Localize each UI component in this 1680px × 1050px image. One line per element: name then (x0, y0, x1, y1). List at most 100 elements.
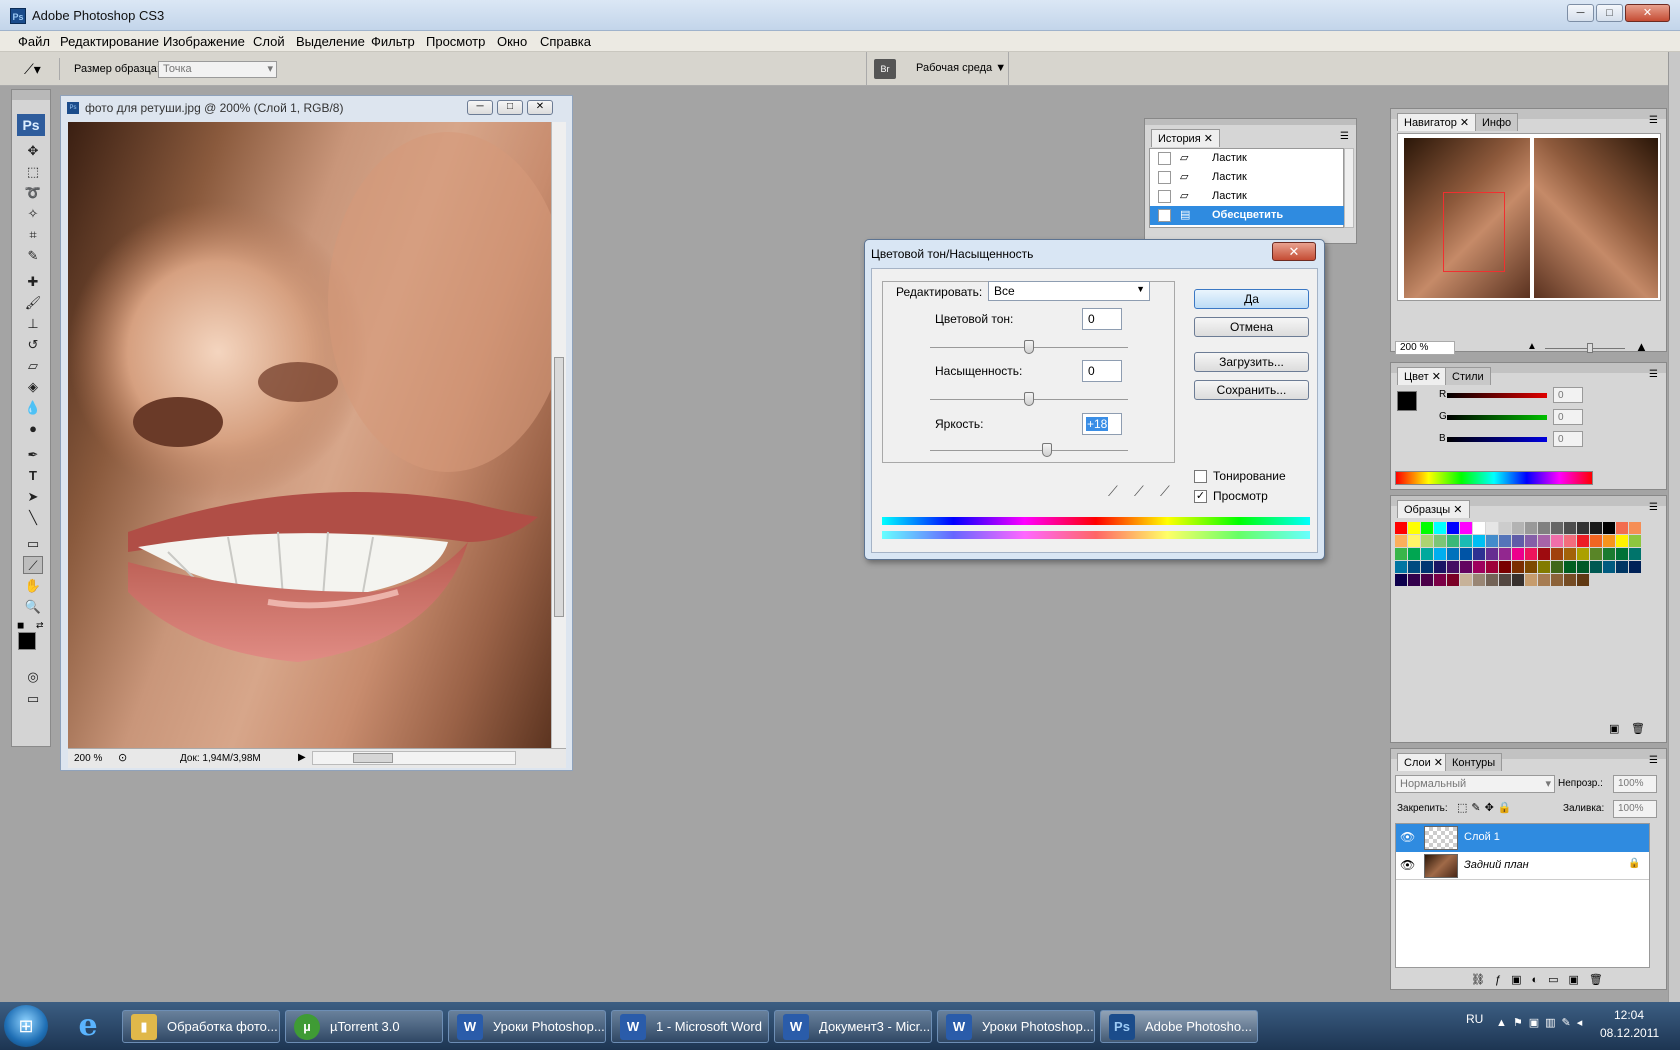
tab-styles[interactable]: Стили (1445, 367, 1491, 385)
color-swatch[interactable] (1499, 548, 1511, 560)
panel-menu-icon[interactable]: ☰ (1649, 755, 1658, 766)
channel-slider[interactable] (1447, 415, 1547, 420)
tab-info[interactable]: Инфо (1475, 113, 1519, 131)
color-swatch[interactable] (1434, 535, 1446, 547)
color-swatch[interactable] (1473, 522, 1485, 534)
color-swatch[interactable] (1486, 574, 1498, 586)
color-swatch[interactable] (1499, 561, 1511, 573)
history-item[interactable]: ▱ Ластик (1150, 149, 1345, 168)
lock-options-icons[interactable]: ⬚✎✥🔒 (1457, 801, 1516, 814)
color-swatch[interactable] (1447, 522, 1459, 534)
maximize-button[interactable]: □ (1596, 4, 1623, 22)
color-swatch[interactable] (1473, 574, 1485, 586)
color-swatch[interactable] (1629, 548, 1641, 560)
document-close-button[interactable]: ✕ (527, 100, 553, 115)
color-swatch[interactable] (1421, 574, 1433, 586)
color-swatch[interactable] (1447, 548, 1459, 560)
color-swatch[interactable] (1434, 522, 1446, 534)
panel-menu-icon[interactable]: ☰ (1649, 369, 1658, 380)
color-swatch[interactable] (1408, 548, 1420, 560)
color-swatch[interactable] (1603, 548, 1615, 560)
color-swatch[interactable] (1629, 561, 1641, 573)
document-maximize-button[interactable]: □ (497, 100, 523, 115)
color-swatch[interactable] (1512, 522, 1524, 534)
color-swatch[interactable] (1538, 522, 1550, 534)
vertical-scrollbar[interactable] (551, 122, 566, 748)
color-swatch[interactable] (1486, 561, 1498, 573)
fill-field[interactable]: 100% (1613, 800, 1657, 818)
color-swatch[interactable] (1421, 535, 1433, 547)
color-swatch[interactable] (1512, 535, 1524, 547)
history-source-checkbox[interactable] (1158, 152, 1171, 165)
color-swatch[interactable] (1460, 522, 1472, 534)
save-button[interactable]: Сохранить... (1194, 380, 1309, 400)
color-swatch[interactable] (1564, 561, 1576, 573)
type-tool-icon[interactable]: T (23, 467, 43, 485)
color-swatch[interactable] (1473, 561, 1485, 573)
horizontal-scroll-thumb[interactable] (353, 753, 393, 763)
color-swatch[interactable] (1512, 548, 1524, 560)
color-swatch[interactable] (1616, 535, 1628, 547)
history-item-selected[interactable]: ▤ Обесцветить (1150, 206, 1345, 225)
eraser-tool-icon[interactable]: ▱ (23, 357, 43, 375)
new-swatch-icon[interactable]: ▣ (1609, 722, 1619, 735)
hue-slider-thumb[interactable] (1024, 340, 1034, 354)
tab-navigator[interactable]: Навигатор ✕ (1397, 113, 1477, 131)
healing-brush-tool-icon[interactable]: ✚ (23, 273, 43, 291)
vertical-scroll-thumb[interactable] (554, 357, 564, 617)
color-swatch[interactable] (1590, 522, 1602, 534)
photoshop-logo-tile[interactable]: Ps (17, 114, 45, 136)
opacity-field[interactable]: 100% (1613, 775, 1657, 793)
status-menu-icon[interactable]: ⊙ (118, 751, 127, 764)
saturation-field[interactable]: 0 (1082, 360, 1122, 382)
menu-image[interactable]: Изображение (163, 34, 245, 49)
color-foreground-swatch[interactable] (1397, 391, 1417, 411)
color-swatch[interactable] (1525, 548, 1537, 560)
color-swatch[interactable] (1473, 548, 1485, 560)
taskbar-item[interactable]: W Уроки Photoshop... (937, 1010, 1095, 1043)
color-swatch[interactable] (1577, 535, 1589, 547)
color-swatch[interactable] (1395, 522, 1407, 534)
sample-size-select[interactable]: Точка ▾ (158, 61, 277, 78)
preview-checkbox[interactable]: ✓ (1194, 490, 1207, 503)
ok-button[interactable]: Да (1194, 289, 1309, 309)
color-swatch[interactable] (1616, 548, 1628, 560)
hand-tool-icon[interactable]: ✋ (23, 577, 43, 595)
layer-row-selected[interactable]: 👁 Слой 1 (1396, 824, 1649, 852)
color-swatch[interactable] (1629, 522, 1641, 534)
clone-stamp-tool-icon[interactable]: ⊥ (23, 315, 43, 333)
color-swatch[interactable] (1616, 561, 1628, 573)
color-swatch[interactable] (1590, 535, 1602, 547)
taskbar-item[interactable]: W Документ3 - Micr... (774, 1010, 932, 1043)
internet-explorer-icon[interactable]: e (66, 1008, 110, 1044)
panel-menu-icon[interactable]: ☰ (1649, 502, 1658, 513)
color-swatch[interactable] (1421, 561, 1433, 573)
color-swatch[interactable] (1577, 561, 1589, 573)
color-swatch[interactable] (1395, 548, 1407, 560)
eyedropper-tool-icon[interactable]: ⟋ (23, 556, 43, 574)
line-tool-icon[interactable]: ╲ (23, 509, 43, 527)
menu-edit[interactable]: Редактирование (60, 34, 159, 49)
color-swatch[interactable] (1447, 535, 1459, 547)
channel-slider[interactable] (1447, 393, 1547, 398)
menu-filter[interactable]: Фильтр (371, 34, 415, 49)
swap-colors-icon[interactable]: ⇄ (36, 620, 46, 630)
marquee-tool-icon[interactable]: ⬚ (23, 163, 43, 181)
lightness-slider-thumb[interactable] (1042, 443, 1052, 457)
path-selection-tool-icon[interactable]: ➤ (23, 488, 43, 506)
color-spectrum-ramp[interactable] (1395, 471, 1593, 485)
load-button[interactable]: Загрузить... (1194, 352, 1309, 372)
color-swatch[interactable] (1564, 574, 1576, 586)
history-item[interactable]: ▱ Ластик (1150, 187, 1345, 206)
edit-select[interactable]: Все ▼ (988, 281, 1150, 301)
document-minimize-button[interactable]: ─ (467, 100, 493, 115)
color-swatch[interactable] (1538, 535, 1550, 547)
color-swatch[interactable] (1486, 522, 1498, 534)
color-swatch[interactable] (1551, 561, 1563, 573)
channel-value-field[interactable]: 0 (1553, 387, 1583, 403)
dialog-close-button[interactable]: ✕ (1272, 242, 1316, 261)
color-swatch[interactable] (1577, 548, 1589, 560)
taskbar-item[interactable]: W 1 - Microsoft Word (611, 1010, 769, 1043)
panel-menu-icon[interactable]: ☰ (1340, 131, 1349, 142)
tab-color[interactable]: Цвет ✕ (1397, 367, 1448, 385)
